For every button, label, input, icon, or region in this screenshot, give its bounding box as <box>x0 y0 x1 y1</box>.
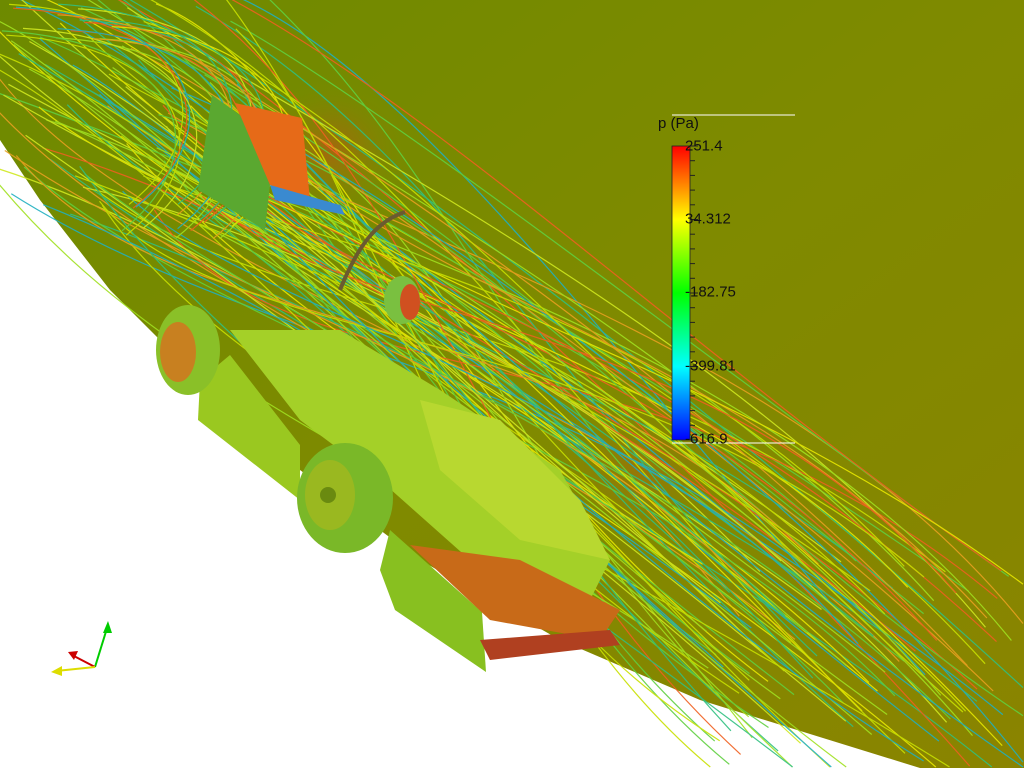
cfd-render[interactable] <box>0 0 1024 768</box>
scalar-bar-label-max: 251.4 <box>685 137 723 155</box>
rear-wheel-rim <box>160 322 196 382</box>
render-viewport[interactable]: p (Pa) 251.4 34.312 -182.75 -399.81 -616… <box>0 0 1024 768</box>
front-wheel-hub <box>320 487 336 503</box>
headrest-rim <box>400 284 420 320</box>
scalar-bar-label-2: 34.312 <box>685 210 731 228</box>
scalar-bar-label-min: -616.9 <box>685 430 728 448</box>
scalar-bar-title: p (Pa) <box>658 115 699 132</box>
scalar-bar-label-3: -182.75 <box>685 283 736 301</box>
scalar-bar-label-4: -399.81 <box>685 357 736 375</box>
